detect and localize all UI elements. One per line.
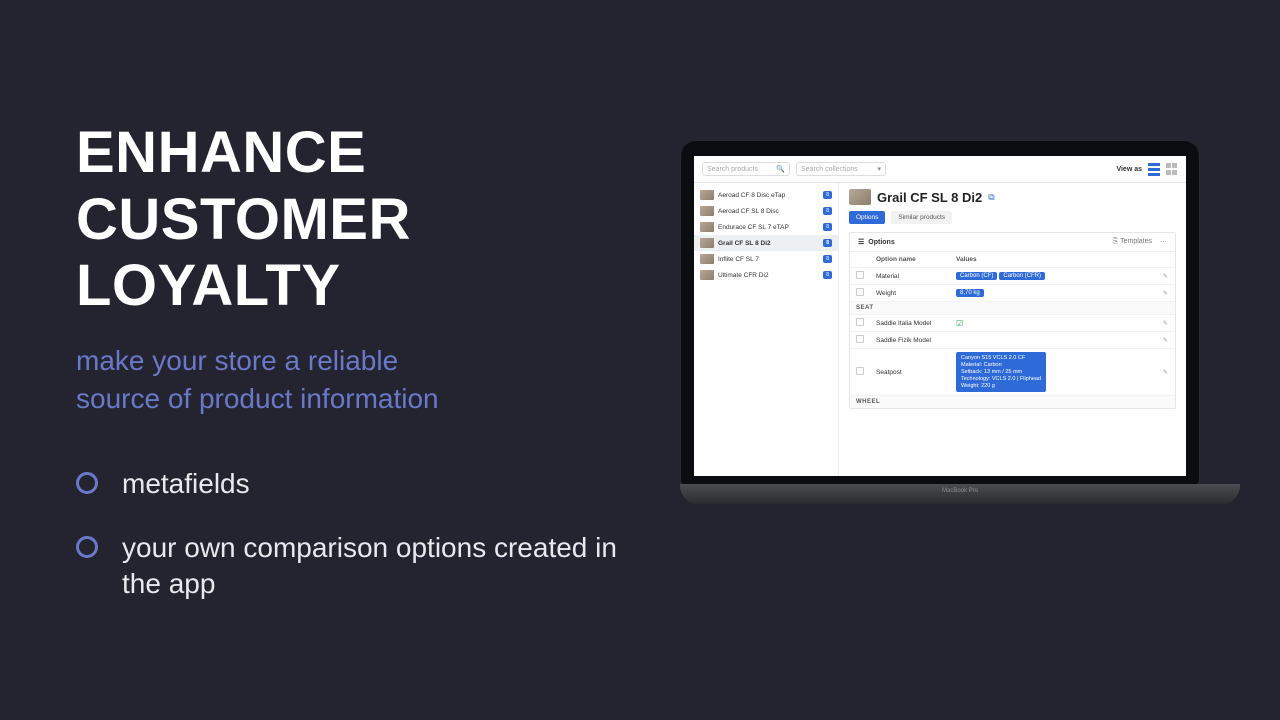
product-thumb (700, 270, 714, 280)
product-thumb (700, 238, 714, 248)
product-thumb (700, 190, 714, 200)
count-badge: 8 (823, 207, 832, 215)
sidebar-item[interactable]: Aeroad CF 8 Disc eTap8 (694, 187, 838, 203)
edit-icon[interactable]: ✎ (1163, 274, 1168, 280)
value-chip[interactable]: Carbon (CF) (956, 272, 997, 280)
search-products-input[interactable]: Search products 🔍 (702, 162, 790, 176)
count-badge: 8 (823, 191, 832, 199)
option-row: Seatpost Canyon S15 VCLS 2.0 CF Material… (850, 349, 1175, 396)
row-checkbox[interactable] (856, 318, 864, 326)
tab-similar[interactable]: Similar products (891, 211, 952, 224)
product-thumb (700, 206, 714, 216)
sidebar-item[interactable]: Ultimate CFR Di28 (694, 267, 838, 283)
count-badge: 8 (823, 271, 832, 279)
bullet-item: your own comparison options created in t… (76, 530, 620, 603)
view-list-button[interactable] (1148, 163, 1160, 175)
edit-icon[interactable]: ✎ (1163, 370, 1168, 376)
tabs: Options Similar products (849, 211, 1176, 224)
marketing-copy: ENHANCE CUSTOMER LOYALTY make your store… (0, 0, 640, 720)
search-collections-input[interactable]: Search collections ▾ (796, 162, 886, 176)
option-row: Weight 8,70 kg ✎ (850, 285, 1175, 302)
bullet-ring-icon (76, 536, 98, 558)
view-grid-button[interactable] (1166, 163, 1178, 175)
top-bar: Search products 🔍 Search collections ▾ V… (694, 156, 1186, 183)
product-thumb (700, 222, 714, 232)
section-header: WHEEL (850, 396, 1175, 409)
value-chip[interactable]: 8,70 kg (956, 289, 984, 297)
chevron-down-icon: ▾ (877, 165, 881, 173)
options-panel: ☰ Options ⎘ Templates ⋯ (849, 232, 1176, 409)
tab-options[interactable]: Options (849, 211, 885, 224)
option-row: Saddle Fizik Model ✎ (850, 332, 1175, 349)
product-sidebar: Aeroad CF 8 Disc eTap8 Aeroad CF SL 8 Di… (694, 183, 839, 476)
laptop-mockup: Search products 🔍 Search collections ▾ V… (680, 140, 1240, 504)
option-row: Saddle Italia Model ☑ ✎ (850, 315, 1175, 332)
check-icon: ☑ (956, 319, 963, 328)
option-row: Material Carbon (CF)Carbon (CFR) ✎ (850, 268, 1175, 285)
row-checkbox[interactable] (856, 271, 864, 279)
product-thumb (700, 254, 714, 264)
external-link-icon[interactable]: ⧉ (988, 192, 994, 203)
app-screenshot: Search products 🔍 Search collections ▾ V… (694, 156, 1186, 476)
bullet-list: metafields your own comparison options c… (76, 466, 620, 603)
count-badge: 8 (823, 239, 832, 247)
sidebar-item[interactable]: Aeroad CF SL 8 Disc8 (694, 203, 838, 219)
product-image (849, 189, 871, 205)
laptop-base: MacBook Pro (680, 484, 1240, 504)
section-header: SEAT (850, 302, 1175, 315)
row-checkbox[interactable] (856, 288, 864, 296)
subheadline: make your store a reliable source of pro… (76, 342, 620, 418)
edit-icon[interactable]: ✎ (1163, 321, 1168, 327)
value-chip-multiline[interactable]: Canyon S15 VCLS 2.0 CF Material: Carbon … (956, 352, 1046, 392)
main-panel: Grail CF SL 8 Di2 ⧉ Options Similar prod… (839, 183, 1186, 476)
value-chip[interactable]: Carbon (CFR) (999, 272, 1045, 280)
more-menu-icon[interactable]: ⋯ (1160, 238, 1167, 246)
product-title: Grail CF SL 8 Di2 (877, 190, 982, 205)
edit-icon[interactable]: ✎ (1163, 338, 1168, 344)
templates-link[interactable]: ⎘ Templates (1113, 238, 1152, 246)
row-checkbox[interactable] (856, 335, 864, 343)
sidebar-item[interactable]: Endurace CF SL 7 eTAP8 (694, 219, 838, 235)
panel-title: Options (868, 239, 894, 246)
sidebar-item[interactable]: Inflite CF SL 78 (694, 251, 838, 267)
bullet-ring-icon (76, 472, 98, 494)
bullet-item: metafields (76, 466, 620, 502)
view-as-label: View as (1116, 166, 1142, 173)
col-option-name: Option name (870, 252, 950, 268)
list-icon: ☰ (858, 238, 864, 246)
count-badge: 8 (823, 255, 832, 263)
search-icon: 🔍 (776, 165, 785, 173)
row-checkbox[interactable] (856, 367, 864, 375)
headline: ENHANCE CUSTOMER LOYALTY (76, 120, 620, 320)
sidebar-item-active[interactable]: Grail CF SL 8 Di28 (694, 235, 838, 251)
count-badge: 8 (823, 223, 832, 231)
col-values: Values (950, 252, 1157, 268)
edit-icon[interactable]: ✎ (1163, 291, 1168, 297)
